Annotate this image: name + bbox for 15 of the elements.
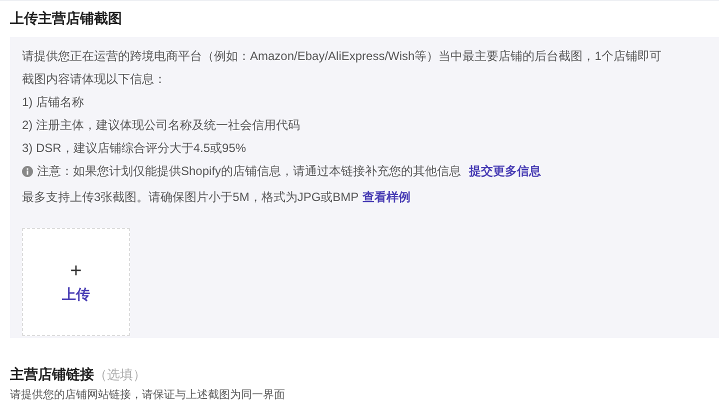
- section-title: 主营店铺链接: [10, 365, 94, 384]
- info-text: 3) DSR，建议店铺综合评分大于4.5或95%: [22, 140, 248, 157]
- optional-label: （选填）: [94, 366, 146, 384]
- section-title: 上传主营店铺截图: [9, 9, 123, 28]
- info-text: 截图内容请体现以下信息：: [22, 71, 167, 88]
- view-sample-link[interactable]: 查看样例: [362, 186, 411, 209]
- info-icon: [22, 166, 33, 177]
- info-text: 1) 店铺名称: [22, 94, 86, 111]
- info-text: 2) 注册主体，建议体现公司名称及统一社会信用代码: [22, 117, 302, 134]
- notice-text: 注意：如果您计划仅能提供Shopify的店铺信息，请通过本链接补充您的其他信息: [37, 163, 462, 180]
- description-text: 请提供您的店铺网站链接，请保证与上述截图为同一界面: [9, 388, 286, 403]
- info-text: 请提供您正在运营的跨境电商平台（例如：Amazon/Ebay/AliExpress/Wish等）当中最主要店铺的后台截图，1个店铺即可: [22, 48, 662, 65]
- submit-info-link[interactable]: 提交更多信息: [469, 160, 542, 183]
- upload-button[interactable]: + 上传: [22, 228, 130, 336]
- limit-text: 最多支持上传3张截图。请确保图片小于5M，格式为JPG或BMP: [22, 189, 359, 206]
